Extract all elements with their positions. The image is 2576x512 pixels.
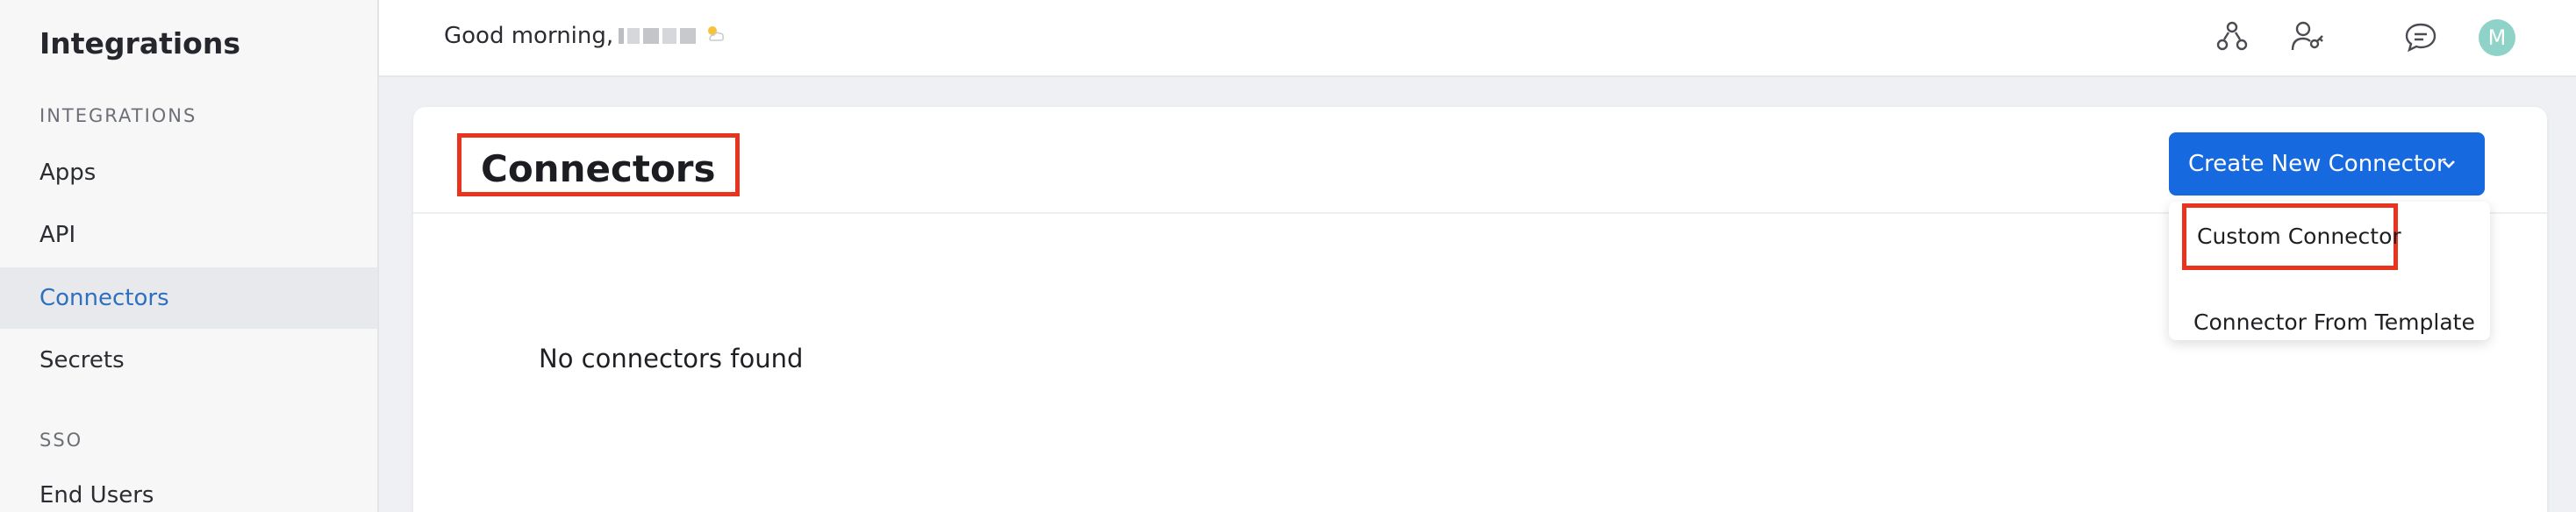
- section-label-integrations: INTEGRATIONS: [39, 105, 197, 126]
- users-network-icon[interactable]: [2213, 18, 2251, 56]
- greeting-text: Good morning,: [444, 23, 614, 49]
- sidebar: Integrations INTEGRATIONS Apps API Conne…: [0, 0, 379, 512]
- user-key-icon[interactable]: [2288, 18, 2327, 56]
- greeting: Good morning,: [444, 23, 726, 49]
- page-title: Connectors: [457, 133, 740, 196]
- empty-state-message: No connectors found: [539, 344, 804, 373]
- create-new-connector-button[interactable]: Create New Connector: [2169, 132, 2485, 196]
- sidebar-item-apps[interactable]: Apps: [0, 142, 377, 203]
- menu-item-custom-connector[interactable]: Custom Connector: [2182, 203, 2401, 270]
- sidebar-item-connectors[interactable]: Connectors: [0, 267, 377, 329]
- chevron-down-icon: [2439, 153, 2458, 180]
- redacted-username: [619, 28, 697, 44]
- avatar[interactable]: M: [2479, 19, 2515, 56]
- menu-item-connector-from-template[interactable]: Connector From Template: [2193, 309, 2475, 335]
- chat-icon[interactable]: [2401, 18, 2440, 56]
- sidebar-item-end-users[interactable]: End Users: [0, 465, 377, 512]
- sidebar-title: Integrations: [39, 26, 240, 60]
- sidebar-item-api[interactable]: API: [0, 204, 377, 266]
- top-bar: Good morning, M: [379, 0, 2576, 77]
- weather-icon: [705, 24, 726, 48]
- app-window: Integrations INTEGRATIONS Apps API Conne…: [0, 0, 2576, 512]
- sidebar-item-secrets[interactable]: Secrets: [0, 330, 377, 391]
- section-label-sso: SSO: [39, 430, 83, 451]
- create-new-connector-label: Create New Connector: [2188, 151, 2446, 177]
